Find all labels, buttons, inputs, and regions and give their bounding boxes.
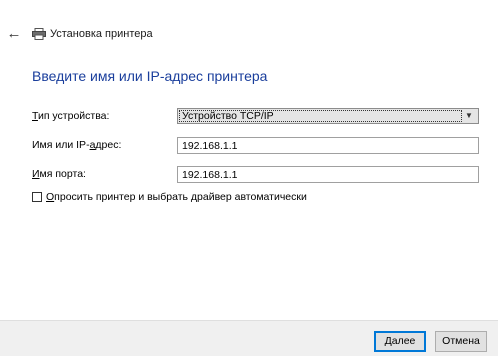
port-name-label: Имя порта: (32, 168, 86, 181)
next-button-label: алее (391, 335, 416, 347)
port-name-label-hotkey: И (32, 168, 40, 180)
chevron-down-icon[interactable]: ▼ (463, 110, 475, 122)
dialog-footer: Далее Отмена (0, 320, 498, 356)
port-name-input[interactable] (177, 166, 479, 183)
window-title: Установка принтера (50, 28, 153, 40)
auto-query-checkbox[interactable] (32, 192, 42, 202)
back-arrow-icon[interactable]: ← (6, 26, 22, 41)
next-button[interactable]: Далее (374, 331, 426, 352)
page-heading: Введите имя или IP-адрес принтера (32, 68, 268, 84)
cancel-button[interactable]: Отмена (435, 331, 487, 352)
auto-query-label-hotkey: О (46, 191, 55, 203)
device-type-dropdown[interactable]: Устройство TCP/IP ▼ (177, 108, 479, 124)
device-type-label: Тип устройства: (32, 110, 109, 123)
host-label-text: дрес: (95, 139, 122, 151)
host-address-input[interactable] (177, 137, 479, 154)
title-bar: ← Установка принтера (0, 0, 498, 60)
device-type-value: Устройство TCP/IP (182, 110, 274, 122)
printer-icon (32, 28, 46, 40)
device-type-label-text: ип устройства: (37, 110, 110, 122)
auto-query-label-text: просить принтер и выбрать драйвер автома… (54, 191, 307, 203)
port-name-label-text: мя порта: (39, 168, 86, 180)
host-label: Имя или IP-адрес: (32, 139, 121, 152)
host-label-pre: Имя или IP- (32, 139, 90, 151)
next-button-hotkey: Д (384, 335, 392, 347)
auto-query-label[interactable]: Опросить принтер и выбрать драйвер автом… (46, 191, 307, 204)
